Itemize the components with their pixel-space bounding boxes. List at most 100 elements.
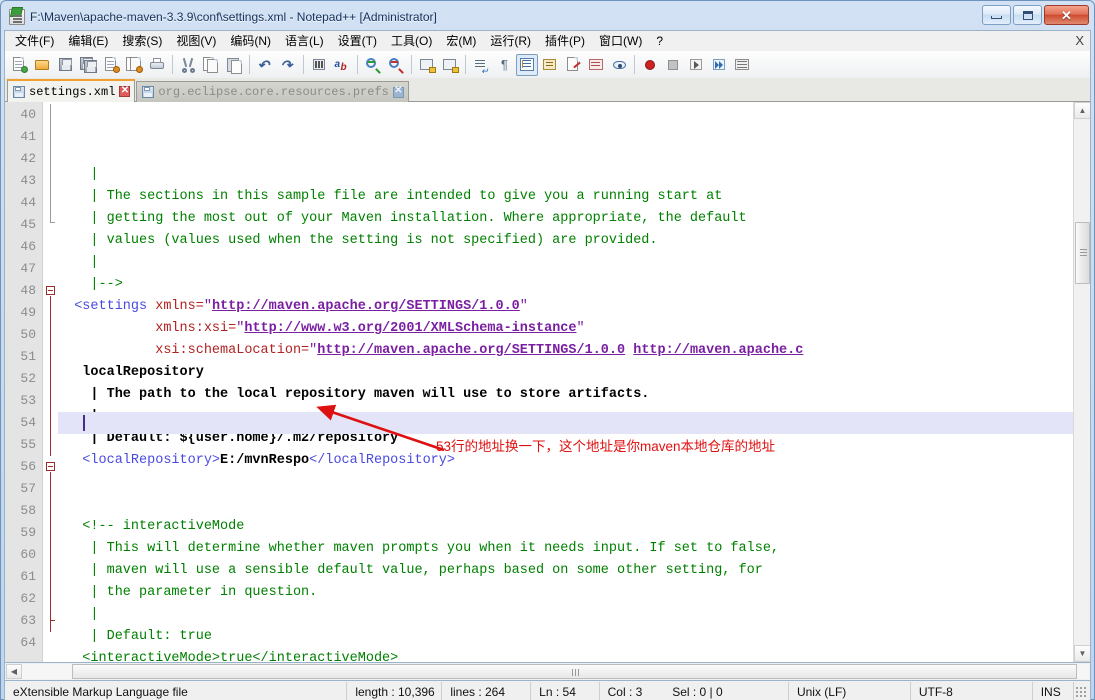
macro-play-button[interactable] <box>685 54 707 76</box>
zoom-in-button[interactable] <box>362 54 384 76</box>
code-editor[interactable]: 40 41 42 43 44 45 46 47 48 49 50 51 52 53 54 55 56 57 58 59… <box>5 102 1073 662</box>
code-token: | getting the most out of your Maven ins… <box>58 211 747 226</box>
close-document-button[interactable]: X <box>1075 33 1084 48</box>
fold-toggle-icon[interactable] <box>46 286 55 295</box>
status-encoding[interactable]: UTF-8 <box>911 681 1033 700</box>
find-button[interactable] <box>308 54 330 76</box>
undo-button[interactable]: ↶ <box>254 54 276 76</box>
fold-toggle-icon[interactable] <box>46 462 55 471</box>
open-file-button[interactable] <box>31 54 53 76</box>
toolbar-separator <box>465 55 466 74</box>
indent-guide-button[interactable] <box>516 53 538 76</box>
code-folding-column[interactable] <box>43 102 58 662</box>
scroll-left-button[interactable]: ◀ <box>6 664 22 679</box>
line-number: 58 <box>20 503 36 518</box>
save-all-button[interactable] <box>77 54 99 76</box>
function-list-button[interactable] <box>585 54 607 76</box>
word-wrap-button[interactable]: ↵ <box>470 54 492 76</box>
close-file-button[interactable] <box>100 54 122 76</box>
close-all-icon <box>125 56 143 73</box>
tab-close-icon[interactable]: ✕ <box>392 86 404 98</box>
scroll-down-button[interactable]: ▼ <box>1074 645 1090 662</box>
code-line: | <box>58 604 1073 626</box>
zoom-out-button[interactable] <box>385 54 407 76</box>
macro-save-button[interactable] <box>731 54 753 76</box>
close-all-button[interactable] <box>123 54 145 76</box>
sync-horizontal-button[interactable] <box>439 54 461 76</box>
code-text[interactable]: | | The sections in this sample file are… <box>58 102 1073 662</box>
menu-edit[interactable]: 编辑(E) <box>61 32 115 51</box>
horizontal-scroll-thumb[interactable] <box>72 664 1077 679</box>
vertical-scroll-thumb[interactable] <box>1075 222 1090 284</box>
text-caret <box>83 415 85 431</box>
sync-vertical-button[interactable] <box>416 54 438 76</box>
tab-close-icon[interactable]: ✕ <box>119 86 131 97</box>
code-line: localRepository <box>58 362 1073 384</box>
menu-search[interactable]: 搜索(S) <box>115 32 169 51</box>
macro-stop-button[interactable] <box>662 54 684 76</box>
menu-view[interactable]: 视图(V) <box>169 32 223 51</box>
maximize-button[interactable] <box>1013 5 1042 25</box>
user-language-button[interactable] <box>539 54 561 76</box>
find-icon <box>311 57 328 73</box>
status-file-type: eXtensible Markup Language file <box>5 681 348 700</box>
status-bar: eXtensible Markup Language file length :… <box>4 681 1091 700</box>
show-all-chars-button[interactable]: ¶ <box>493 54 515 76</box>
menu-encoding[interactable]: 编码(N) <box>223 32 278 51</box>
notepad-plus-plus-icon <box>9 9 25 25</box>
code-token: <localRepository> <box>58 453 221 468</box>
save-button[interactable] <box>54 54 76 76</box>
undo-icon: ↶ <box>257 56 270 73</box>
code-line: | <box>58 164 1073 186</box>
horizontal-scrollbar[interactable]: ◀ <box>4 663 1091 681</box>
word-wrap-icon: ↵ <box>473 57 490 76</box>
toolbar-separator <box>411 55 412 74</box>
macro-record-button[interactable] <box>639 54 661 76</box>
replace-button[interactable]: a b <box>331 54 353 76</box>
status-eol[interactable]: Unix (LF) <box>789 681 911 700</box>
code-token: " <box>203 299 212 314</box>
new-file-button[interactable] <box>8 54 30 76</box>
code-token: </localRepository> <box>309 453 455 468</box>
code-line: | The path to the local repository maven… <box>58 384 1073 406</box>
menu-plugins[interactable]: 插件(P) <box>538 32 592 51</box>
editor-area: 40 41 42 43 44 45 46 47 48 49 50 51 52 53 54 55 56 57 58 59… <box>4 102 1091 663</box>
tab-settings-xml[interactable]: settings.xml ✕ <box>7 79 136 102</box>
line-number: 47 <box>20 261 36 276</box>
line-number: 50 <box>20 327 36 342</box>
copy-button[interactable] <box>200 54 222 76</box>
saved-file-icon <box>142 86 155 98</box>
line-number: 62 <box>20 591 36 606</box>
menu-window[interactable]: 窗口(W) <box>592 32 649 51</box>
menu-language[interactable]: 语言(L) <box>278 32 331 51</box>
code-token: | This will determine whether maven prom… <box>58 541 780 556</box>
status-insert-mode[interactable]: INS <box>1033 681 1074 700</box>
replace-icon: a b <box>334 58 347 73</box>
macro-play-multiple-button[interactable] <box>708 54 730 76</box>
eye-icon <box>611 57 628 73</box>
doc-map-button[interactable] <box>562 54 584 76</box>
menu-tools[interactable]: 工具(O) <box>384 32 439 51</box>
menu-help[interactable]: ? <box>649 32 670 51</box>
menu-file[interactable]: 文件(F) <box>8 32 61 51</box>
code-token: <interactiveMode>true</interactiveMode> <box>58 651 399 662</box>
horizontal-scroll-track[interactable] <box>22 664 1089 679</box>
menu-macro[interactable]: 宏(M) <box>439 32 483 51</box>
paste-button[interactable] <box>223 54 245 76</box>
code-token: <settings <box>58 299 156 314</box>
folder-workspace-button[interactable] <box>608 54 630 76</box>
menu-settings[interactable]: 设置(T) <box>331 32 384 51</box>
code-token: http://maven.apache.c <box>633 343 804 358</box>
fold-guide-line <box>50 104 51 222</box>
close-window-button[interactable]: ✕ <box>1044 5 1089 25</box>
menu-run[interactable]: 运行(R) <box>483 32 538 51</box>
resize-grip[interactable] <box>1074 685 1088 699</box>
scroll-up-button[interactable]: ▲ <box>1074 102 1090 119</box>
tab-org-eclipse-core-resources-prefs[interactable]: org.eclipse.core.resources.prefs ✕ <box>136 81 409 102</box>
print-button[interactable] <box>146 54 168 76</box>
minimize-button[interactable] <box>982 5 1011 25</box>
vertical-scrollbar[interactable]: ▲ ▼ <box>1073 102 1090 662</box>
cut-button[interactable] <box>177 54 199 76</box>
redo-button[interactable]: ↷ <box>277 54 299 76</box>
